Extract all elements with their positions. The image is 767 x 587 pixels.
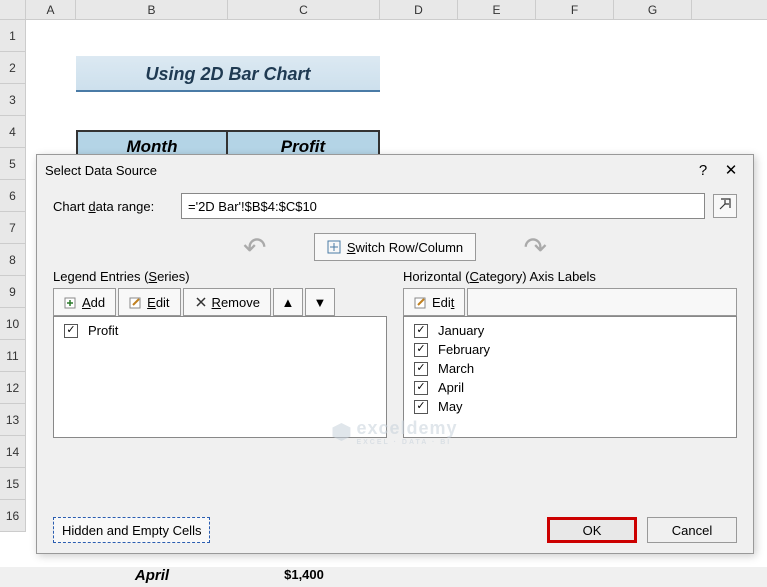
edit-icon [414, 295, 428, 309]
add-icon [64, 295, 78, 309]
move-up-button[interactable]: ▲ [273, 288, 303, 316]
move-down-button[interactable]: ▼ [305, 288, 335, 316]
legend-entries-label: Legend Entries (Series) [53, 269, 387, 284]
chart-data-range-input[interactable] [181, 193, 705, 219]
swap-arrow-icon: ↷ [243, 231, 266, 264]
cancel-button[interactable]: Cancel [647, 517, 737, 543]
category-name: March [438, 361, 474, 376]
category-name: February [438, 342, 490, 357]
edit-series-button[interactable]: Edit [118, 288, 180, 316]
checkbox[interactable] [414, 324, 428, 338]
swap-arrow-icon: ↷ [524, 231, 547, 264]
col-header[interactable]: B [76, 0, 228, 19]
row-header[interactable]: 9 [0, 276, 25, 308]
chart-data-range-label: Chart data range: [53, 199, 173, 214]
dialog-titlebar[interactable]: Select Data Source ? ✕ [37, 155, 753, 185]
collapse-range-button[interactable] [713, 194, 737, 218]
add-series-button[interactable]: Add [53, 288, 116, 316]
row-header[interactable]: 4 [0, 116, 25, 148]
categories-listbox[interactable]: January February March April May [403, 316, 737, 438]
axis-labels-label: Horizontal (Category) Axis Labels [403, 269, 737, 284]
checkbox[interactable] [414, 362, 428, 376]
row-header[interactable]: 12 [0, 372, 25, 404]
col-header[interactable]: E [458, 0, 536, 19]
row-header[interactable]: 11 [0, 340, 25, 372]
chevron-up-icon: ▲ [282, 295, 295, 310]
list-item[interactable]: March [404, 359, 736, 378]
category-name: April [438, 380, 464, 395]
row-header[interactable]: 16 [0, 500, 25, 532]
col-header[interactable]: A [26, 0, 76, 19]
category-name: May [438, 399, 463, 414]
list-item[interactable]: April [404, 378, 736, 397]
row-header[interactable]: 10 [0, 308, 25, 340]
toolbar-filler [467, 288, 737, 316]
row-header[interactable]: 14 [0, 436, 25, 468]
row-header[interactable]: 7 [0, 212, 25, 244]
watermark-sub: EXCEL · DATA · BI [356, 439, 457, 446]
row-header[interactable]: 1 [0, 20, 25, 52]
help-button[interactable]: ? [689, 162, 717, 179]
dialog-title: Select Data Source [45, 163, 689, 178]
category-name: January [438, 323, 484, 338]
edit-icon [129, 295, 143, 309]
row-header[interactable]: 8 [0, 244, 25, 276]
edit-axis-labels-button[interactable]: Edit [403, 288, 465, 316]
col-header[interactable]: G [614, 0, 692, 19]
remove-series-button[interactable]: Remove [183, 288, 271, 316]
list-item[interactable]: May [404, 397, 736, 416]
legend-entries-panel: Legend Entries (Series) Add Edit Remove [53, 269, 387, 438]
row-header[interactable]: 6 [0, 180, 25, 212]
column-headers: A B C D E F G [0, 0, 767, 20]
switch-icon [327, 240, 341, 254]
select-all-corner[interactable] [0, 0, 26, 19]
switch-row-column-button[interactable]: Switch Row/Column [314, 233, 476, 261]
chevron-down-icon: ▼ [314, 295, 327, 310]
checkbox[interactable] [414, 343, 428, 357]
select-data-source-dialog: Select Data Source ? ✕ Chart data range:… [36, 154, 754, 554]
row-header[interactable]: 2 [0, 52, 25, 84]
peek-month: April [76, 567, 228, 587]
row-header[interactable]: 13 [0, 404, 25, 436]
checkbox[interactable] [414, 381, 428, 395]
col-header[interactable]: C [228, 0, 380, 19]
collapse-icon [719, 198, 731, 210]
remove-icon [194, 295, 208, 309]
row-header[interactable]: 15 [0, 468, 25, 500]
axis-labels-panel: Horizontal (Category) Axis Labels Edit J… [403, 269, 737, 438]
list-item[interactable]: February [404, 340, 736, 359]
row-headers: 1 2 3 4 5 6 7 8 9 10 11 12 13 14 15 16 [0, 20, 26, 532]
ok-button[interactable]: OK [547, 517, 637, 543]
hidden-empty-cells-button[interactable]: Hidden and Empty Cells [53, 517, 210, 543]
checkbox[interactable] [414, 400, 428, 414]
col-header[interactable]: F [536, 0, 614, 19]
sheet-title: Using 2D Bar Chart [76, 56, 380, 92]
list-item[interactable]: Profit [54, 321, 386, 340]
list-item[interactable]: January [404, 321, 736, 340]
row-header[interactable]: 5 [0, 148, 25, 180]
col-header[interactable]: D [380, 0, 458, 19]
peek-profit: $1,400 [228, 567, 380, 587]
row-header[interactable]: 3 [0, 84, 25, 116]
close-button[interactable]: ✕ [717, 161, 745, 179]
series-name: Profit [88, 323, 118, 338]
checkbox[interactable] [64, 324, 78, 338]
series-listbox[interactable]: Profit [53, 316, 387, 438]
